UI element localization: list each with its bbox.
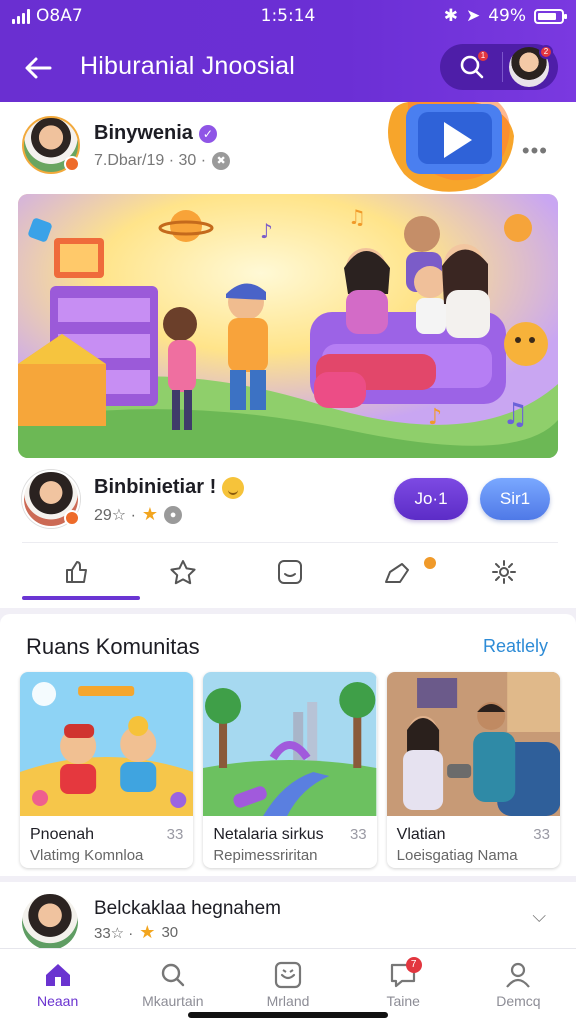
post-meta-count: 33☆ · [94,924,134,942]
post-card: Binywenia ✓ 7.Dbar/19 · 30 · ✖ ••• ♪ ♫ ♫… [0,102,576,608]
post-timestamp: 7.Dbar/19 · 30 · [94,152,207,169]
nav-label: Taine [386,993,420,1009]
more-options-button[interactable]: ••• [522,138,548,164]
join-button[interactable]: Jo·1 [394,478,468,520]
tile-subtitle: Loeisgatiag Nama [396,847,518,864]
verified-icon: ✓ [198,124,217,143]
nav-home[interactable]: Neaan [0,949,115,1024]
smile-icon [222,476,245,499]
creator-row: Binbinietiar ! 29☆ · ★ ● Jo·1 Sir1 [22,468,558,530]
header-actions: 1 2 [440,44,558,90]
community-section: Ruans Komunitas Reatlely Pnoenah 33 Vlat… [0,614,576,876]
community-tile[interactable]: Pnoenah 33 Vlatimg Komnloa [20,672,194,868]
battery-label: 49% [488,6,526,26]
post-actions [22,542,558,600]
back-button[interactable] [18,50,58,86]
start-button[interactable]: Sir1 [480,478,550,520]
cartoon-kids-image [20,672,194,816]
svg-text:♪: ♪ [428,405,442,430]
favorite-action[interactable] [129,543,236,600]
divider [502,52,503,82]
next-post[interactable]: Belckaklaa hegnahem 33☆ · ★ 30 ⌵ [0,882,576,950]
post-meta: 7.Dbar/19 · 30 · ✖ [94,152,231,170]
like-action[interactable] [22,543,140,600]
nav-profile[interactable]: Demcq [461,949,576,1024]
media-icon [274,961,302,989]
nav-label: Mrland [266,993,310,1009]
family-illustration: ♪ ♫ ♫ ♪ [18,194,558,458]
gear-icon [492,559,517,584]
star-icon: ★ [139,922,156,942]
post-author[interactable]: Binywenia ✓ [94,122,217,145]
profile-avatar[interactable]: 2 [509,45,553,87]
svg-text:♪: ♪ [260,219,273,243]
community-tile[interactable]: Vlatian 33 Loeisgatiag Nama [386,672,560,868]
active-indicator [22,596,140,600]
community-tiles: Pnoenah 33 Vlatimg Komnloa Netalaria sir… [20,672,560,868]
park-image [203,672,377,816]
thumbs-up-icon [65,560,87,583]
profile-icon [506,962,531,988]
tile-count: 33 [166,826,184,843]
post-meta-value: 30 [161,924,179,941]
settings-action[interactable] [451,543,558,600]
see-all-link[interactable]: Reatlely [483,636,548,657]
play-badge-icon [388,102,514,192]
share-icon [385,562,410,583]
home-indicator [188,1012,388,1018]
star-icon: ★ [141,504,159,524]
app-header: O8A7 1:5:14 ✱ ➤ 49% Hiburanial Jnoosial … [0,0,576,102]
creator-count: 29☆ · [94,506,136,524]
tile-count: 33 [533,826,550,843]
nav-label: Mkaurtain [142,993,204,1009]
comment-action[interactable] [236,543,343,600]
creator-avatar[interactable] [22,470,80,528]
search-icon [161,963,184,987]
profile-badge: 2 [539,45,553,59]
featured-image[interactable]: ♪ ♫ ♫ ♪ [18,194,558,458]
tile-title: Vlatian [396,826,446,843]
author-avatar[interactable] [22,116,80,174]
online-badge [64,510,80,526]
family-photo-image [386,672,560,816]
location-icon: ➤ [465,6,481,26]
section-title: Ruans Komunitas [26,634,200,659]
search-badge: 1 [476,49,490,63]
tile-subtitle: Repimessriritan [213,847,318,864]
svg-text:♫: ♫ [502,397,529,432]
tile-title: Pnoenah [30,826,95,843]
community-tile[interactable]: Netalaria sirkus 33 Repimessriritan [203,672,377,868]
share-action[interactable] [344,543,451,600]
tile-title: Netalaria sirkus [213,826,324,843]
globe-icon: ● [164,505,183,524]
author-name: Binywenia [94,122,193,144]
globe-icon: ✖ [212,152,231,170]
status-bar: O8A7 1:5:14 ✱ ➤ 49% [0,4,576,28]
creator-meta: 29☆ · ★ ● [94,504,183,525]
notification-dot [423,557,436,569]
creator-name: Binbinietiar ! [94,476,217,498]
author-avatar[interactable] [22,894,78,950]
post-title: Belckaklaa hegnahem [94,898,281,919]
tile-subtitle: Vlatimg Komnloa [30,847,144,864]
star-outline-icon [170,559,196,584]
online-badge [64,156,80,172]
page-title: Hiburanial Jnoosial [80,52,296,80]
home-icon [45,964,70,986]
post-meta: 33☆ · ★ 30 [94,922,178,943]
status-right: ✱ ➤ 49% [443,6,567,26]
creator-name-row[interactable]: Binbinietiar ! [94,476,245,499]
battery-icon [534,8,567,24]
svg-text:♫: ♫ [348,205,366,229]
nav-label: Neaan [36,993,79,1009]
comment-icon [278,559,302,584]
bluetooth-icon: ✱ [443,6,458,26]
search-button[interactable]: 1 [448,47,496,87]
chevron-down-icon[interactable]: ⌵ [532,906,546,927]
nav-label: Demcq [496,993,541,1009]
nav-badge: 7 [405,957,422,973]
tile-count: 33 [349,826,367,843]
arrow-left-icon [25,57,52,79]
